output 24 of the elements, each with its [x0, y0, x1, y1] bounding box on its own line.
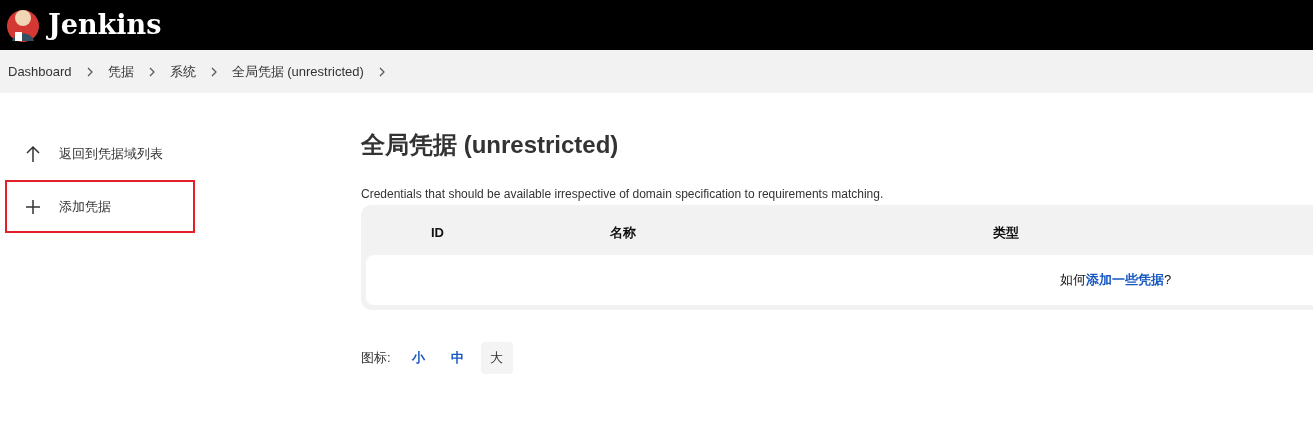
- column-header: 名称: [610, 223, 637, 242]
- chevron-icon: [85, 65, 94, 78]
- add-credentials-link[interactable]: 添加一些凭据: [1086, 272, 1164, 288]
- column-header: ID: [431, 223, 445, 242]
- column-header: 类型: [993, 223, 1020, 242]
- empty-message: 如何添加一些凭据?: [1060, 271, 1172, 290]
- breadcrumb-link[interactable]: 全局凭据 (unrestricted): [231, 61, 364, 82]
- app-title[interactable]: Jenkins: [48, 4, 162, 46]
- page-title: 全局凭据 (unrestricted): [361, 130, 620, 160]
- breadcrumb-link[interactable]: Dashboard: [8, 61, 72, 82]
- breadcrumb-link[interactable]: 凭据: [107, 61, 134, 82]
- chevron-icon: [377, 65, 386, 78]
- icon-size-label: 图标:: [361, 349, 391, 368]
- icon-size-option[interactable]: 大: [480, 342, 513, 374]
- sidebar-item[interactable]: 添加凭据: [5, 180, 195, 233]
- up-arrow-icon: [25, 144, 41, 163]
- breadcrumb-link[interactable]: 系统: [169, 61, 196, 82]
- chevron-icon: [147, 65, 156, 78]
- plus-icon: [25, 198, 41, 215]
- chevron-icon: [209, 65, 218, 78]
- icon-size-option[interactable]: 中: [441, 342, 474, 374]
- icon-size-option[interactable]: 小: [402, 342, 435, 374]
- sidebar-item[interactable]: 返回到凭据域列表: [5, 127, 195, 180]
- description-text: Credentials that should be available irrespective of domain specification to requirements matching.: [361, 186, 885, 203]
